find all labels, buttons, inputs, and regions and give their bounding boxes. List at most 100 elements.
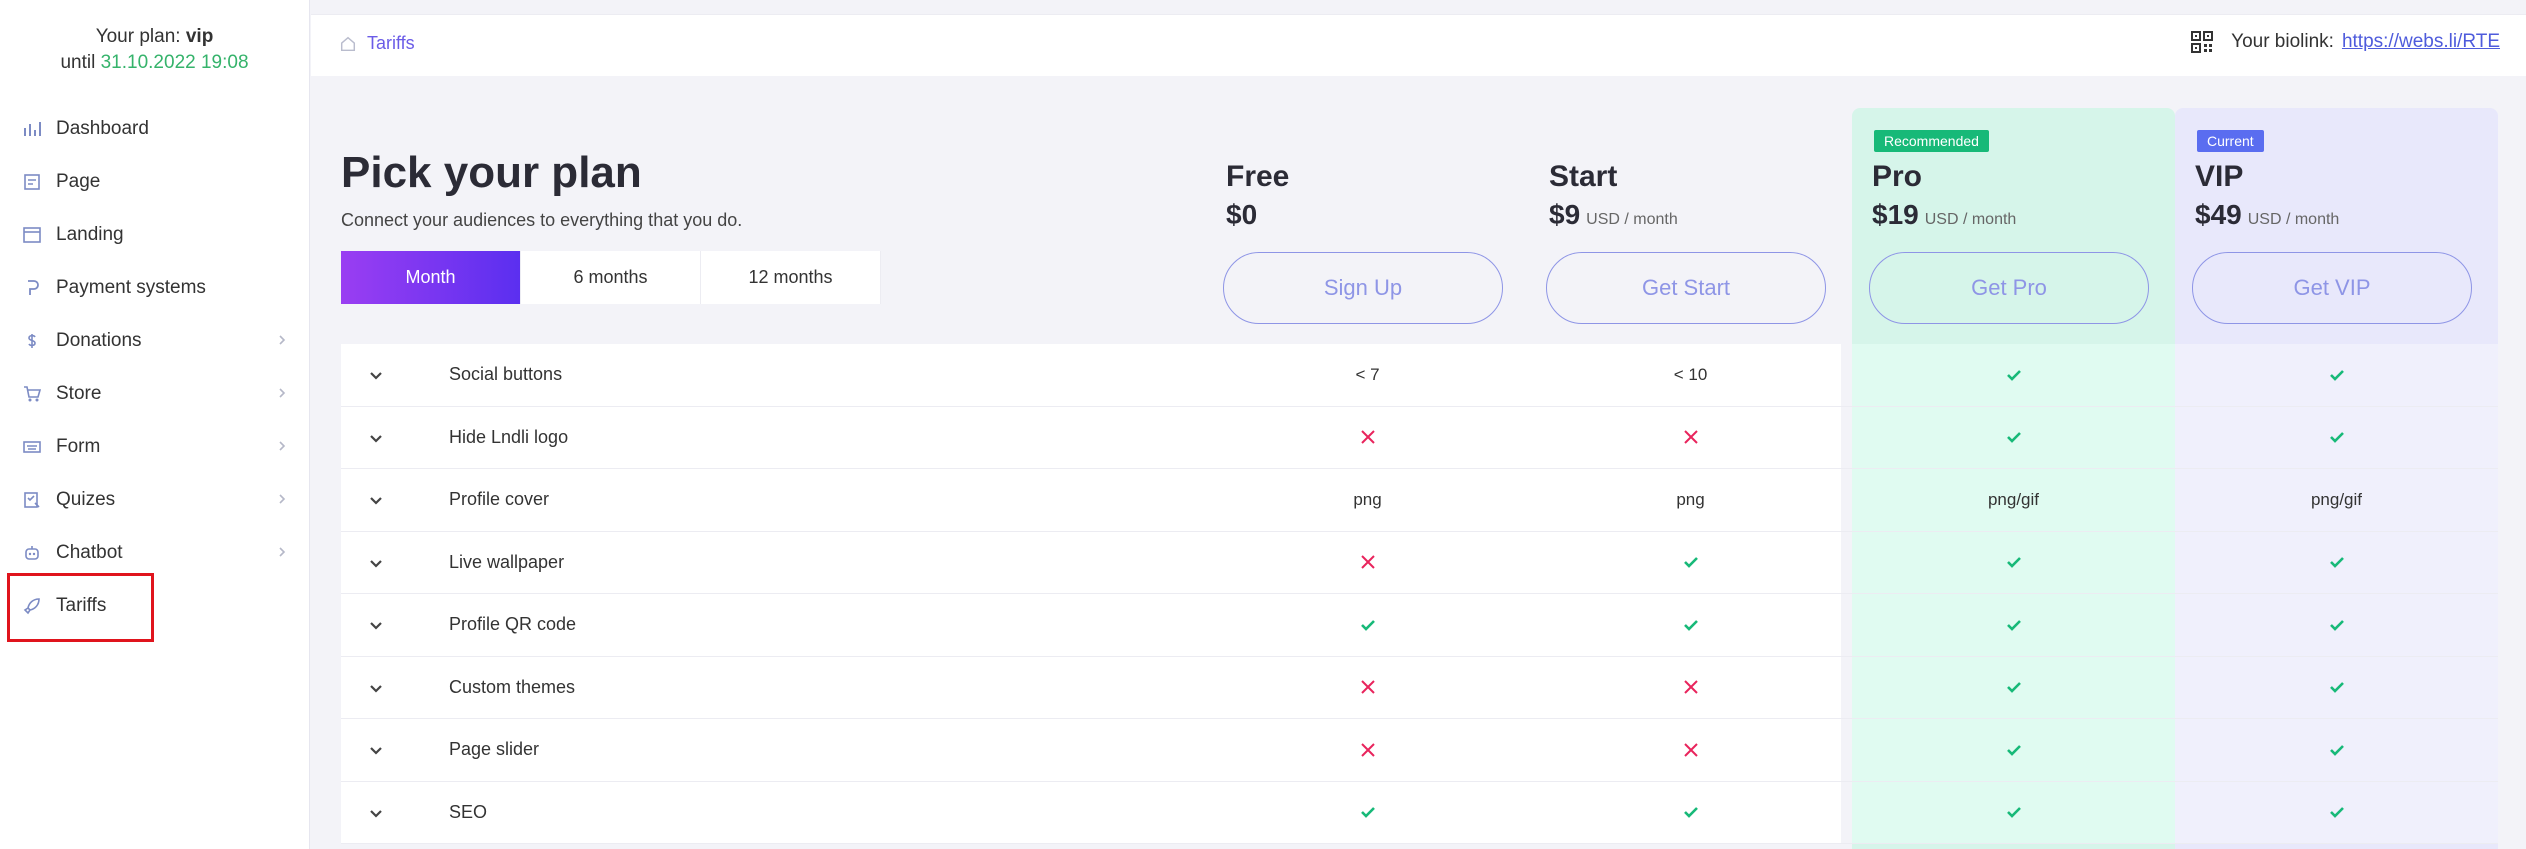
sidebar-nav: Dashboard Page Landing Payment systems Donat… [0, 102, 310, 632]
feature-value: png [1206, 469, 1529, 531]
check-icon [2006, 619, 2021, 631]
chevron-down-icon[interactable] [366, 428, 386, 448]
chevron-right-icon [279, 494, 286, 504]
chart-icon [22, 119, 42, 139]
feature-name: Profile cover [449, 489, 550, 509]
sidebar-item-label: Donations [56, 329, 142, 351]
feature-value [2175, 719, 2498, 781]
check-icon [2329, 682, 2344, 694]
feature-value [1529, 782, 1852, 844]
sidebar-item-form[interactable]: Form [0, 420, 310, 473]
sidebar-item-label: Page [56, 170, 101, 192]
plan-pro-button[interactable]: Get Pro [1869, 252, 2149, 324]
main-content: Pick your plan Connect your audiences to… [311, 76, 2526, 849]
sidebar: Your plan: vip until 31.10.2022 19:08 Da… [0, 0, 310, 849]
sidebar-item-label: Payment systems [56, 276, 206, 298]
feature-name: Social buttons [449, 364, 563, 384]
feature-value [1206, 407, 1529, 469]
cross-icon [1360, 430, 1375, 444]
feature-value-text: png [1353, 489, 1382, 509]
feature-value [2175, 407, 2498, 469]
plan-free-button[interactable]: Sign Up [1223, 252, 1503, 324]
period-tab-6-months[interactable]: 6 months [521, 251, 701, 304]
check-icon [2329, 432, 2344, 444]
period-tab-month[interactable]: Month [341, 251, 521, 304]
feature-value-text: < 7 [1355, 364, 1380, 384]
plan-start-button[interactable]: Get Start [1546, 252, 1826, 324]
feature-name: Custom themes [449, 676, 576, 697]
plan-price: $9 USD / month [1549, 199, 1678, 231]
feature-value-text: png/gif [2310, 489, 2363, 509]
period-tab-12-months[interactable]: 12 months [701, 251, 881, 304]
sidebar-item-quizes[interactable]: Quizes [0, 473, 310, 526]
feature-value [1206, 594, 1529, 656]
check-icon [2006, 557, 2021, 569]
check-icon [2329, 369, 2344, 381]
check-icon [1360, 807, 1375, 819]
chevron-down-icon[interactable] [366, 615, 386, 635]
chevron-down-icon[interactable] [366, 553, 386, 573]
sidebar-item-chatbot[interactable]: Chatbot [0, 526, 310, 579]
chevron-right-icon [279, 547, 286, 557]
table-row: Hide Lndli logo [341, 406, 2498, 469]
quiz-icon [22, 490, 42, 510]
feature-value [1206, 782, 1529, 844]
feature-value [1529, 532, 1852, 594]
payment-icon [22, 278, 42, 298]
plan-name: Pro [1872, 160, 1923, 193]
sidebar-item-page[interactable]: Page [0, 155, 310, 208]
plan-price: $19 USD / month [1872, 199, 2016, 231]
feature-value [1852, 594, 2175, 656]
table-row: Live wallpaper [341, 531, 2498, 594]
check-icon [1683, 807, 1698, 819]
sidebar-item-store[interactable]: Store [0, 367, 310, 420]
chevron-down-icon[interactable] [366, 490, 386, 510]
sidebar-item-payment-systems[interactable]: Payment systems [0, 261, 310, 314]
chevron-down-icon[interactable] [366, 365, 386, 385]
biolink-url[interactable]: https://webs.li/RTE [2342, 31, 2500, 53]
biolink-label: Your biolink: [2231, 31, 2334, 52]
check-icon [2329, 807, 2344, 819]
check-icon [2006, 432, 2021, 444]
plan-label: Your plan: [95, 26, 181, 47]
sidebar-item-label: Form [56, 435, 101, 457]
plan-price-value: $19 [1872, 199, 1919, 230]
plan-vip-button[interactable]: Get VIP [2192, 252, 2472, 324]
check-icon [2006, 744, 2021, 756]
chevron-down-icon[interactable] [366, 740, 386, 760]
page-subtitle: Connect your audiences to everything tha… [341, 210, 743, 230]
feature-value-text: png [1676, 489, 1705, 509]
table-row: Profile QR code [341, 594, 2498, 657]
check-icon [1360, 619, 1375, 631]
chevron-down-icon[interactable] [366, 678, 386, 698]
feature-value [1852, 344, 2175, 406]
sidebar-item-landing[interactable]: Landing [0, 208, 310, 261]
feature-value: png/gif [2175, 469, 2498, 531]
qr-code-icon[interactable] [2191, 31, 2214, 53]
feature-value: < 10 [1529, 344, 1852, 406]
biolink: Your biolink: https://webs.li/RTE [2191, 31, 2500, 53]
page-icon [22, 172, 42, 192]
feature-name: SEO [449, 801, 488, 822]
check-icon [1683, 557, 1698, 569]
cross-icon [1360, 743, 1375, 757]
plan-name: Start [1549, 160, 1618, 193]
plan-price-value: $9 [1549, 199, 1581, 230]
until-label: until [60, 52, 96, 73]
feature-value [1206, 719, 1529, 781]
check-icon [2329, 557, 2344, 569]
sidebar-item-donations[interactable]: Donations [0, 314, 310, 367]
sidebar-item-label: Dashboard [56, 117, 149, 139]
sidebar-item-label: Store [56, 382, 102, 404]
cart-icon [22, 384, 42, 404]
breadcrumb[interactable]: Tariffs [339, 33, 415, 54]
highlight-box [7, 573, 154, 642]
chevron-down-icon[interactable] [366, 803, 386, 823]
cross-icon [1360, 555, 1375, 569]
plan-price: $0 [1226, 199, 1257, 231]
home-icon [340, 36, 356, 51]
sidebar-item-dashboard[interactable]: Dashboard [0, 102, 310, 155]
cross-icon [1683, 743, 1698, 757]
feature-value [2175, 344, 2498, 406]
feature-value [2175, 657, 2498, 719]
